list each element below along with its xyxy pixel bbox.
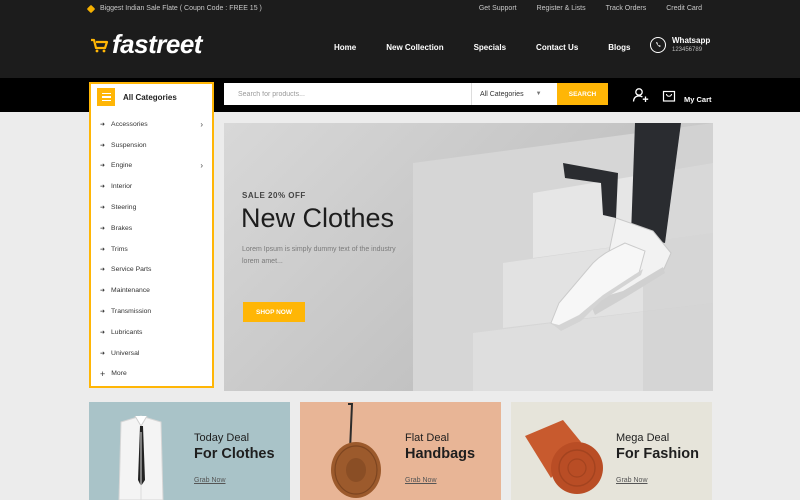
grab-now-link[interactable]: Grab Now <box>616 477 648 484</box>
category-item-transmission[interactable]: ➜ Transmission <box>91 301 212 322</box>
hero-description: Lorem Ipsum is simply dummy text of the … <box>242 246 396 265</box>
tag-icon <box>86 4 96 13</box>
deal-banner-fashion[interactable]: Mega Deal For Fashion Grab Now <box>511 402 712 500</box>
arrow-right-icon: ➜ <box>100 184 106 191</box>
arrow-right-icon: ➜ <box>100 163 106 170</box>
top-links: Get Support Register & Lists Track Order… <box>459 5 702 12</box>
category-item-maintenance[interactable]: ➜ Maintenance <box>91 280 212 301</box>
cart-button[interactable] <box>662 83 676 102</box>
promo-text: Biggest Indian Sale Flate ( Coupn Code :… <box>100 5 262 12</box>
category-label: Service Parts <box>111 266 152 274</box>
arrow-right-icon: ➜ <box>100 288 106 295</box>
whatsapp-number: 123456789 <box>672 47 703 53</box>
plus-icon: + <box>100 368 106 379</box>
whatsapp-icon <box>650 36 666 53</box>
category-label: Engine <box>111 162 133 170</box>
nav-contact-us[interactable]: Contact Us <box>536 43 578 52</box>
grab-now-link[interactable]: Grab Now <box>194 477 226 484</box>
category-item-brakes[interactable]: ➜ Brakes <box>91 218 212 239</box>
get-support-link[interactable]: Get Support <box>479 5 517 12</box>
category-item-accessories[interactable]: ➜ Accessories › <box>91 114 212 135</box>
category-label: Trims <box>111 245 128 253</box>
category-label: Interior <box>111 183 133 191</box>
category-label: Maintenance <box>111 287 150 295</box>
promo-strip: Biggest Indian Sale Flate ( Coupn Code :… <box>86 4 262 13</box>
chevron-right-icon: › <box>200 119 203 129</box>
hero-title: New Clothes <box>241 203 395 233</box>
menu-icon <box>97 88 115 106</box>
category-label: Suspension <box>111 141 147 149</box>
all-categories-toggle[interactable]: All Categories <box>89 82 214 110</box>
chevron-right-icon: › <box>200 161 203 171</box>
nav-home[interactable]: Home <box>334 43 356 52</box>
banner-line2: For Fashion <box>616 446 699 462</box>
search-button[interactable]: SEARCH <box>557 83 608 105</box>
whatsapp-title: Whatsapp <box>672 36 711 45</box>
arrow-right-icon: ➜ <box>100 142 106 149</box>
handbag-image <box>331 403 381 498</box>
category-label: Accessories <box>111 120 148 128</box>
category-panel: ➜ Accessories › ➜ Suspension ➜ Engine › ➜ Inte… <box>89 110 214 388</box>
shopping-bag-icon <box>662 88 676 102</box>
top-bar: Biggest Indian Sale Flate ( Coupn Code :… <box>0 0 800 18</box>
track-orders-link[interactable]: Track Orders <box>606 5 647 12</box>
category-item-lubricants[interactable]: ➜ Lubricants <box>91 322 212 343</box>
category-more[interactable]: + More <box>91 364 212 385</box>
whatsapp-contact[interactable]: Whatsapp 123456789 <box>650 36 710 53</box>
arrow-right-icon: ➜ <box>100 267 106 274</box>
arrow-right-icon: ➜ <box>100 205 106 212</box>
credit-card-link[interactable]: Credit Card <box>666 5 702 12</box>
deal-banner-handbags[interactable]: Flat Deal Handbags Grab Now <box>300 402 501 500</box>
arrow-right-icon: ➜ <box>100 225 106 232</box>
user-icon[interactable] <box>632 86 650 104</box>
category-item-universal[interactable]: ➜ Universal <box>91 343 212 364</box>
arrow-right-icon: ➜ <box>100 121 106 128</box>
category-select[interactable]: All Categories ▼ <box>471 83 557 105</box>
hero-image <box>413 123 713 391</box>
cart-logo-icon <box>90 37 110 53</box>
main-header: fastreet Home New Collection Specials Co… <box>0 18 800 78</box>
arrow-right-icon: ➜ <box>100 246 106 253</box>
grab-now-link[interactable]: Grab Now <box>405 477 437 484</box>
hero-kicker: SALE 20% OFF <box>242 191 306 200</box>
cart-label[interactable]: My Cart <box>684 95 712 104</box>
arrow-right-icon: ➜ <box>100 350 106 357</box>
hero-banner: SALE 20% OFF New Clothes Lorem Ipsum is … <box>224 123 713 391</box>
banner-line1: Today Deal <box>194 432 250 444</box>
category-select-value: All Categories <box>480 90 524 98</box>
arrow-right-icon: ➜ <box>100 309 106 316</box>
shop-now-button[interactable]: SHOP NOW <box>243 302 305 322</box>
all-categories-title: All Categories <box>123 92 177 102</box>
category-item-suspension[interactable]: ➜ Suspension <box>91 135 212 156</box>
category-item-service-parts[interactable]: ➜ Service Parts <box>91 260 212 281</box>
main-nav: Home New Collection Specials Contact Us … <box>334 43 661 52</box>
category-more-label: More <box>111 370 127 378</box>
shirt-image <box>118 415 164 500</box>
category-item-engine[interactable]: ➜ Engine › <box>91 156 212 177</box>
logo-text: fastreet <box>112 29 202 59</box>
register-link[interactable]: Register & Lists <box>537 5 586 12</box>
banner-line2: For Clothes <box>194 446 275 462</box>
category-label: Transmission <box>111 308 152 316</box>
nav-specials[interactable]: Specials <box>474 43 506 52</box>
banner-line2: Handbags <box>405 446 476 462</box>
nav-blogs[interactable]: Blogs <box>608 43 630 52</box>
banner-line1: Mega Deal <box>616 432 670 444</box>
tie-image <box>525 420 603 494</box>
chevron-down-icon: ▼ <box>535 91 542 97</box>
site-logo[interactable]: fastreet <box>90 29 202 60</box>
search-bar: All Categories ▼ SEARCH <box>224 83 608 105</box>
banner-line1: Flat Deal <box>405 432 450 444</box>
category-label: Lubricants <box>111 328 143 336</box>
nav-new-collection[interactable]: New Collection <box>386 43 443 52</box>
category-item-trims[interactable]: ➜ Trims <box>91 239 212 260</box>
deal-banner-clothes[interactable]: Today Deal For Clothes Grab Now <box>89 402 290 500</box>
arrow-right-icon: ➜ <box>100 329 106 336</box>
category-label: Universal <box>111 349 140 357</box>
category-label: Steering <box>111 204 137 212</box>
category-item-steering[interactable]: ➜ Steering <box>91 197 212 218</box>
category-label: Brakes <box>111 224 133 232</box>
search-input[interactable] <box>224 83 471 105</box>
category-item-interior[interactable]: ➜ Interior <box>91 176 212 197</box>
